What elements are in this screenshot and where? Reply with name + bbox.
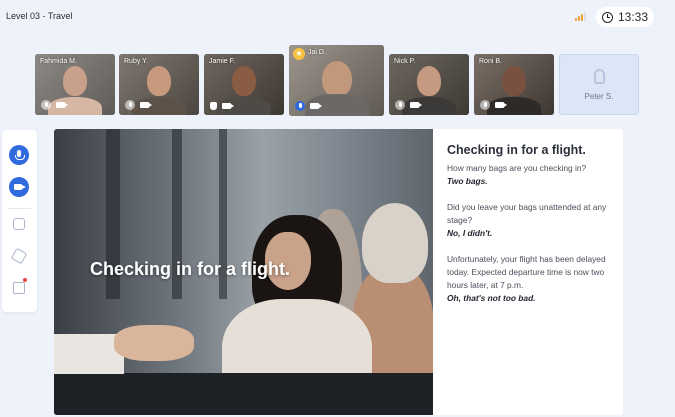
dialogue-question: Did you leave your bags unattended at an… <box>447 202 607 225</box>
dialogue-question: How many bags are you checking in? <box>447 163 587 173</box>
participant-name: Jamie F. <box>209 58 236 65</box>
mic-muted-icon <box>395 100 405 110</box>
video-hand <box>114 325 194 361</box>
participant-name: Peter S. <box>584 92 614 101</box>
dialogue-answer: No, I didn't. <box>447 228 493 238</box>
participant-tile[interactable]: Roni B. <box>474 54 554 115</box>
microphone-toggle-button[interactable] <box>9 145 29 165</box>
participant-name: Nick P. <box>394 58 416 65</box>
camera-icon <box>56 102 68 108</box>
sidebar-toolbar <box>2 130 37 312</box>
train-icon[interactable] <box>13 218 25 230</box>
camera-icon <box>495 102 507 108</box>
participant-tile[interactable]: Nick P. <box>389 54 469 115</box>
dialogue-answer: Two bags. <box>447 176 488 186</box>
participant-tile[interactable]: Jamie F. <box>204 54 284 115</box>
participant-name: Jai D. <box>308 49 326 56</box>
clock-time: 13:33 <box>618 10 649 24</box>
camera-icon <box>410 102 422 108</box>
participant-name: Ruby Y. <box>124 58 148 65</box>
video-person <box>362 203 428 283</box>
dialogue-panel: Checking in for a flight. How many bags … <box>447 143 617 305</box>
participant-name: Fahmida M. <box>40 58 77 65</box>
clock-pill: 13:33 <box>596 7 654 27</box>
cube-icon[interactable] <box>10 247 28 265</box>
lesson-title: Level 03 - Travel <box>6 11 73 21</box>
dialogue-title: Checking in for a flight. <box>447 143 586 157</box>
clock-icon <box>602 11 613 23</box>
dialogue-answer: Oh, that's not too bad. <box>447 293 536 303</box>
participant-name: Roni B. <box>479 58 502 65</box>
notification-dot <box>23 278 27 282</box>
raised-hand-icon <box>210 102 217 110</box>
camera-icon <box>222 103 234 109</box>
video-counter <box>54 373 433 415</box>
participant-tile-placeholder[interactable]: Peter S. <box>559 54 639 115</box>
top-bar: Level 03 - Travel 13:33 <box>0 0 675 34</box>
participant-tile[interactable]: Ruby Y. <box>119 54 199 115</box>
star-icon: ★ <box>293 48 305 60</box>
signal-icon <box>575 12 587 21</box>
mic-muted-icon <box>125 100 135 110</box>
sidebar-divider <box>8 208 31 209</box>
participant-tile[interactable]: Fahmida M. <box>35 54 115 115</box>
participant-tile-active[interactable]: ★ Jai D. <box>289 45 384 116</box>
camera-icon <box>140 102 152 108</box>
mic-active-icon <box>295 101 305 111</box>
mic-muted-icon <box>41 100 51 110</box>
ear-icon <box>594 69 605 84</box>
camera-toggle-button[interactable] <box>9 177 29 197</box>
chat-icon[interactable] <box>13 282 25 294</box>
participant-strip: Fahmida M. Ruby Y. Jamie F. ★ Jai D. Nic… <box>0 44 675 120</box>
video-caption: Checking in for a flight. <box>90 259 291 279</box>
lesson-video[interactable]: Checking in for a flight. <box>54 129 433 415</box>
camera-icon <box>310 103 322 109</box>
dialogue-question: Unfortunately, your flight has been dela… <box>447 254 606 290</box>
mic-muted-icon <box>480 100 490 110</box>
lesson-stage: Checking in for a flight. Checking in fo… <box>54 129 623 415</box>
